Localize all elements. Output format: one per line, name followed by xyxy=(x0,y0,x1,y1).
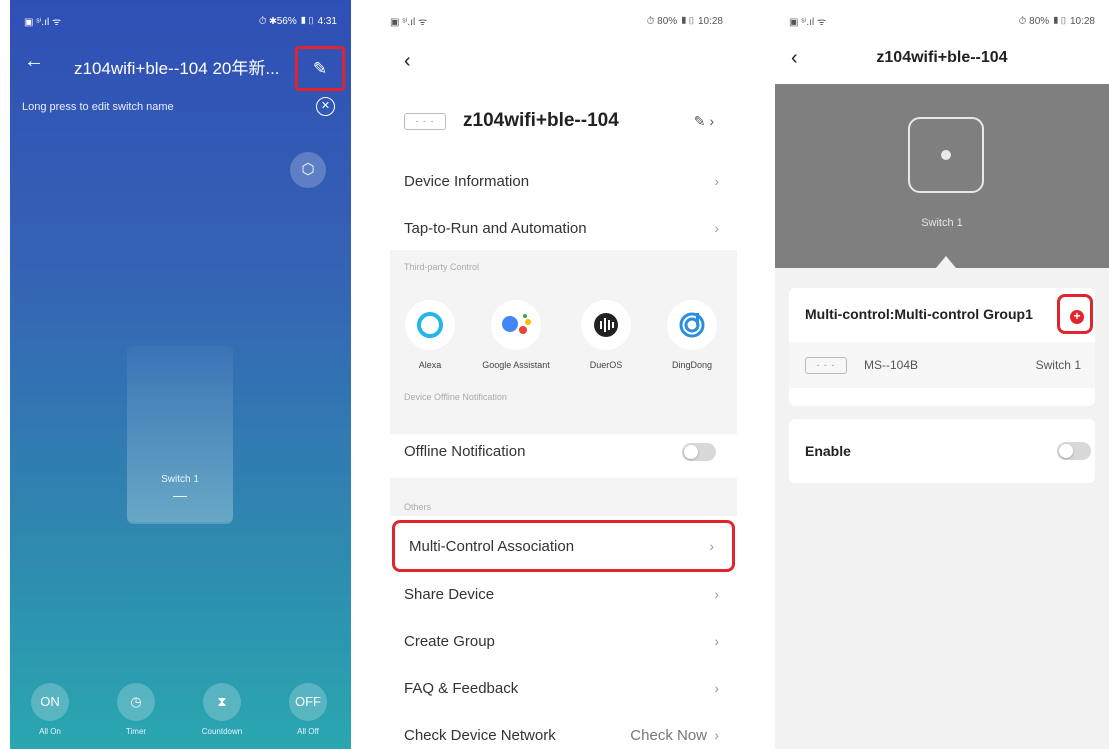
google-assistant-label: Google Assistant xyxy=(482,360,550,370)
enable-label: Enable xyxy=(805,443,851,459)
row-label: Multi-Control Association xyxy=(409,537,575,555)
third-party-title: Third-party Control xyxy=(404,262,480,272)
power-off-icon: OFF xyxy=(289,683,327,721)
hourglass-icon: ⧗ xyxy=(203,683,241,721)
timer-button[interactable]: ◷ Timer xyxy=(108,683,164,736)
status-left: ▣ ˢⁱ.ıl ᯤ xyxy=(24,17,62,28)
all-on-label: All On xyxy=(39,727,61,736)
others-section: Others xyxy=(390,478,737,516)
status-left: ▣ ˢⁱ.ıl ᯤ xyxy=(789,17,827,28)
dingdong-icon xyxy=(667,300,717,350)
google-assistant-icon xyxy=(491,300,541,350)
page-title: z104wifi+ble--104 xyxy=(876,49,1008,66)
phone-switch-panel: ▣ ˢⁱ.ıl ᯤ ⏱ ✱56% ▮▯ 4:31 ← z104wifi+ble-… xyxy=(10,0,351,749)
power-on-icon: ON xyxy=(31,683,69,721)
phone-multi-control: ▣ ˢⁱ.ıl ᯤ ⏱ 80% ▮▯ 10:28 ‹ z104wifi+ble-… xyxy=(775,0,1109,749)
group-title: Multi-control:Multi-control Group1 xyxy=(805,306,1033,322)
alexa-icon xyxy=(405,300,455,350)
status-bar: ▣ ˢⁱ.ıl ᯤ ⏱ 80% ▮▯ 10:28 xyxy=(775,0,1109,42)
associated-device-row[interactable]: - - - MS--104B Switch 1 xyxy=(789,342,1095,388)
chevron-right-icon: › xyxy=(714,173,719,189)
row-label: Share Device xyxy=(404,585,495,603)
all-off-label: All Off xyxy=(297,727,319,736)
multi-control-group-card: Multi-control:Multi-control Group1 + - -… xyxy=(789,288,1095,406)
timer-label: Timer xyxy=(125,727,147,736)
back-chevron-icon[interactable]: ‹ xyxy=(404,50,411,73)
countdown-button[interactable]: ⧗ Countdown xyxy=(194,683,250,736)
edit-pencil-icon[interactable]: ✎ › xyxy=(694,113,714,130)
check-now-link[interactable]: Check Now xyxy=(630,727,707,744)
enable-card: Enable xyxy=(789,419,1095,483)
device-icon: - - - xyxy=(805,356,847,374)
row-device-information[interactable]: Device Information › xyxy=(390,158,737,204)
device-name-row[interactable]: - - - z104wifi+ble--104 ✎ › xyxy=(404,108,732,134)
offline-section-title: Device Offline Notification xyxy=(404,392,507,402)
plus-icon: + xyxy=(1070,310,1084,324)
row-label: FAQ & Feedback xyxy=(404,679,519,697)
enable-toggle[interactable] xyxy=(1057,442,1091,460)
clock-icon: ◷ xyxy=(117,683,155,721)
chevron-right-icon: › xyxy=(714,220,719,236)
header: ← z104wifi+ble--104 20年新... ✎ xyxy=(10,46,351,91)
offline-notification-toggle[interactable] xyxy=(682,443,716,461)
row-label: Device Information xyxy=(404,172,530,190)
chevron-right-icon: › xyxy=(714,633,719,649)
chevron-right-icon: › xyxy=(709,538,714,554)
all-on-button[interactable]: ON All On xyxy=(22,683,78,736)
edit-pencil-icon[interactable]: ✎ xyxy=(295,46,345,91)
row-check-device-network[interactable]: Check Device Network Check Now › xyxy=(390,712,737,749)
chevron-right-icon: › xyxy=(714,680,719,696)
row-tap-to-run[interactable]: Tap-to-Run and Automation › xyxy=(390,205,737,251)
status-bar: ▣ ˢⁱ.ıl ᯤ ⏱ 80% ▮▯ 10:28 xyxy=(376,0,737,42)
row-label: Create Group xyxy=(404,632,495,650)
dueros-label: DuerOS xyxy=(589,360,623,370)
status-right: ⏱ 80% ▮▯ 10:28 xyxy=(646,15,723,27)
row-create-group[interactable]: Create Group › xyxy=(390,618,737,664)
switch-indicator xyxy=(173,496,187,497)
row-faq-feedback[interactable]: FAQ & Feedback › xyxy=(390,665,737,711)
status-right: ⏱ 80% ▮▯ 10:28 xyxy=(1018,15,1095,27)
phone-device-settings: ▣ ˢⁱ.ıl ᯤ ⏱ 80% ▮▯ 10:28 ‹ - - - z104wif… xyxy=(376,0,737,749)
back-arrow-icon[interactable]: ← xyxy=(24,50,44,73)
row-label: Offline Notification xyxy=(404,442,526,460)
edit-hint-text: Long press to edit switch name xyxy=(22,101,174,113)
dueros-item[interactable]: DuerOS xyxy=(566,300,646,371)
countdown-label: Countdown xyxy=(201,727,243,736)
status-bar: ▣ ˢⁱ.ıl ᯤ ⏱ ✱56% ▮▯ 4:31 xyxy=(10,0,351,42)
alexa-label: Alexa xyxy=(418,360,442,370)
row-share-device[interactable]: Share Device › xyxy=(390,571,737,617)
row-multi-control-association[interactable]: Multi-Control Association › xyxy=(392,520,735,572)
status-right: ⏱ ✱56% ▮▯ 4:31 xyxy=(258,15,337,27)
row-label: Check Device Network xyxy=(404,726,556,744)
switch-1-selector[interactable] xyxy=(908,117,984,193)
google-assistant-item[interactable]: Google Assistant xyxy=(476,300,556,371)
row-label: Tap-to-Run and Automation xyxy=(404,219,587,237)
cube-icon[interactable]: ⬡ xyxy=(290,152,326,188)
add-device-button[interactable]: + xyxy=(1057,294,1093,334)
all-off-button[interactable]: OFF All Off xyxy=(280,683,336,736)
dingdong-item[interactable]: DingDong xyxy=(652,300,732,371)
switch-label: Switch 1 xyxy=(921,217,963,229)
dueros-icon xyxy=(581,300,631,350)
device-switch: Switch 1 xyxy=(1035,358,1081,372)
alexa-item[interactable]: Alexa xyxy=(390,300,470,371)
device-title: z104wifi+ble--104 20年新... xyxy=(74,59,280,78)
close-icon[interactable]: ✕ xyxy=(316,97,335,116)
device-name: z104wifi+ble--104 xyxy=(463,110,619,131)
dingdong-label: DingDong xyxy=(671,360,713,370)
device-icon: - - - xyxy=(404,112,446,130)
switch-hero: Switch 1 xyxy=(775,84,1109,268)
pointer-notch xyxy=(936,256,956,268)
chevron-right-icon: › xyxy=(714,586,719,602)
device-model: MS--104B xyxy=(864,358,919,372)
switch-1-button[interactable]: Switch 1 xyxy=(127,346,233,522)
others-title: Others xyxy=(404,502,432,512)
chevron-right-icon: › xyxy=(714,727,719,743)
status-left: ▣ ˢⁱ.ıl ᯤ xyxy=(390,17,428,28)
switch-label: Switch 1 xyxy=(161,474,199,485)
